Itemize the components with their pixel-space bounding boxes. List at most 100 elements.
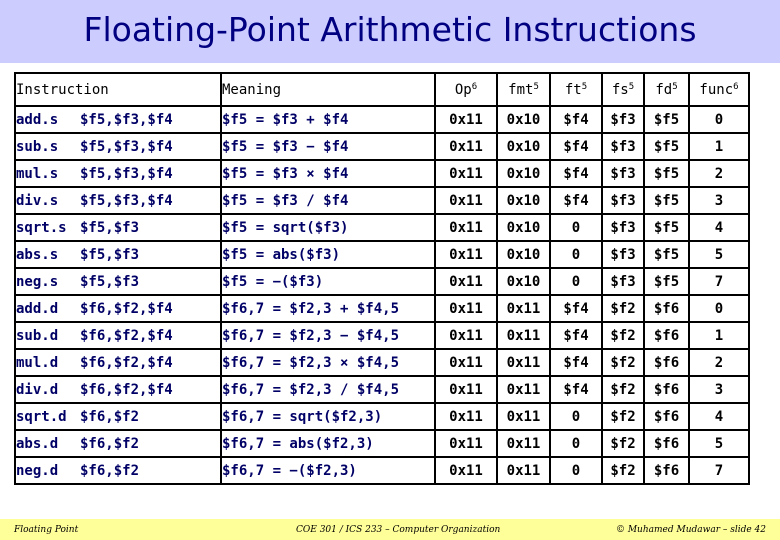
instruction-cell: neg.s $f5,$f3 [14, 267, 222, 296]
meaning-cell: $f6,7 = $f2,3 × $f4,5 [220, 348, 436, 377]
fmt-cell: 0x11 [496, 294, 551, 323]
operands: $f6,$f2,$f4 [80, 354, 173, 371]
fs-cell: $f3 [601, 105, 645, 134]
table-row: add.s $f5,$f3,$f4 $f5 = $f3 + $f4 0x11 0x… [14, 105, 750, 134]
ft-cell: $f4 [549, 132, 603, 161]
instruction-cell: sub.d $f6,$f2,$f4 [14, 321, 222, 350]
ft-cell: 0 [549, 456, 603, 485]
fmt-cell: 0x11 [496, 375, 551, 404]
ft-cell: $f4 [549, 348, 603, 377]
table-row: sqrt.s $f5,$f3 $f5 = sqrt($f3) 0x11 0x10 … [14, 213, 750, 242]
fd-cell: $f5 [643, 267, 690, 296]
meaning-cell: $f5 = sqrt($f3) [220, 213, 436, 242]
meaning-cell: $f5 = $f3 + $f4 [220, 105, 436, 134]
fmt-cell: 0x10 [496, 240, 551, 269]
table-header-row: Instruction Meaning Op6 fmt5 ft5 fs5 fd5… [14, 72, 750, 107]
ft-cell: $f4 [549, 105, 603, 134]
meaning-cell: $f6,7 = sqrt($f2,3) [220, 402, 436, 431]
mnemonic: sqrt.d [16, 408, 67, 425]
func-cell: 3 [688, 375, 750, 404]
op-cell: 0x11 [434, 375, 498, 404]
table-row: sub.s $f5,$f3,$f4 $f5 = $f3 − $f4 0x11 0x… [14, 132, 750, 161]
fd-cell: $f6 [643, 321, 690, 350]
fd-cell: $f6 [643, 294, 690, 323]
mnemonic: mul.d [16, 354, 59, 371]
ft-cell: $f4 [549, 159, 603, 188]
ft-cell: $f4 [549, 375, 603, 404]
operands: $f5,$f3,$f4 [80, 192, 173, 209]
ft-cell: $f4 [549, 186, 603, 215]
fs-cell: $f2 [601, 321, 645, 350]
fmt-cell: 0x10 [496, 213, 551, 242]
table-row: sqrt.d $f6,$f2 $f6,7 = sqrt($f2,3) 0x11 0… [14, 402, 750, 431]
meaning-cell: $f5 = −($f3) [220, 267, 436, 296]
fs-cell: $f3 [601, 267, 645, 296]
ft-cell: 0 [549, 429, 603, 458]
slide-title: Floating-Point Arithmetic Instructions [83, 10, 697, 49]
operands: $f5,$f3 [80, 246, 140, 263]
instruction-cell: add.d $f6,$f2,$f4 [14, 294, 222, 323]
instruction-cell: sqrt.d $f6,$f2 [14, 402, 222, 431]
table-row: div.s $f5,$f3,$f4 $f5 = $f3 / $f4 0x11 0x… [14, 186, 750, 215]
fmt-cell: 0x10 [496, 267, 551, 296]
func-cell: 4 [688, 213, 750, 242]
meaning-cell: $f5 = $f3 − $f4 [220, 132, 436, 161]
meaning-cell: $f6,7 = $f2,3 / $f4,5 [220, 375, 436, 404]
table-row: div.d $f6,$f2,$f4 $f6,7 = $f2,3 / $f4,5 0… [14, 375, 750, 404]
header-fs-label: fs [611, 81, 629, 98]
header-op-bits: 6 [471, 81, 478, 92]
fs-cell: $f2 [601, 294, 645, 323]
func-cell: 2 [688, 348, 750, 377]
mnemonic: sub.s [16, 138, 59, 155]
fd-cell: $f6 [643, 375, 690, 404]
func-cell: 7 [688, 456, 750, 485]
fs-cell: $f2 [601, 456, 645, 485]
fd-cell: $f6 [643, 429, 690, 458]
fmt-cell: 0x10 [496, 186, 551, 215]
operands: $f5,$f3 [80, 273, 140, 290]
fs-cell: $f3 [601, 213, 645, 242]
header-instruction: Instruction [14, 72, 222, 107]
instruction-cell: abs.d $f6,$f2 [14, 429, 222, 458]
fs-cell: $f3 [601, 159, 645, 188]
fmt-cell: 0x11 [496, 402, 551, 431]
mnemonic: div.s [16, 192, 59, 209]
fs-cell: $f3 [601, 240, 645, 269]
header-fd: fd5 [643, 72, 690, 107]
fs-cell: $f2 [601, 375, 645, 404]
fs-cell: $f3 [601, 132, 645, 161]
table-row: abs.d $f6,$f2 $f6,7 = abs($f2,3) 0x11 0x1… [14, 429, 750, 458]
header-op-label: Op [454, 81, 472, 98]
mnemonic: add.s [16, 111, 59, 128]
operands: $f5,$f3 [80, 219, 140, 236]
header-fmt-label: fmt [508, 81, 534, 98]
func-cell: 1 [688, 321, 750, 350]
instruction-cell: add.s $f5,$f3,$f4 [14, 105, 222, 134]
op-cell: 0x11 [434, 456, 498, 485]
mnemonic: div.d [16, 381, 59, 398]
title-banner: Floating-Point Arithmetic Instructions [0, 0, 780, 63]
instruction-cell: neg.d $f6,$f2 [14, 456, 222, 485]
func-cell: 1 [688, 132, 750, 161]
fd-cell: $f5 [643, 213, 690, 242]
meaning-cell: $f5 = abs($f3) [220, 240, 436, 269]
op-cell: 0x11 [434, 348, 498, 377]
instruction-table: Instruction Meaning Op6 fmt5 ft5 fs5 fd5… [14, 72, 750, 485]
header-fmt-bits: 5 [533, 81, 539, 92]
ft-cell: 0 [549, 267, 603, 296]
fmt-cell: 0x11 [496, 348, 551, 377]
mnemonic: sub.d [16, 327, 59, 344]
header-ft: ft5 [549, 72, 603, 107]
mnemonic: add.d [16, 300, 59, 317]
meaning-cell: $f6,7 = −($f2,3) [220, 456, 436, 485]
operands: $f6,$f2,$f4 [80, 327, 173, 344]
header-fd-label: fd [655, 81, 673, 98]
op-cell: 0x11 [434, 402, 498, 431]
fmt-cell: 0x11 [496, 429, 551, 458]
operands: $f6,$f2 [80, 462, 140, 479]
fs-cell: $f2 [601, 429, 645, 458]
fs-cell: $f3 [601, 186, 645, 215]
mnemonic: sqrt.s [16, 219, 67, 236]
header-op: Op6 [434, 72, 498, 107]
footer-slide-number: © Muhamed Mudawar – slide 42 [615, 525, 766, 535]
